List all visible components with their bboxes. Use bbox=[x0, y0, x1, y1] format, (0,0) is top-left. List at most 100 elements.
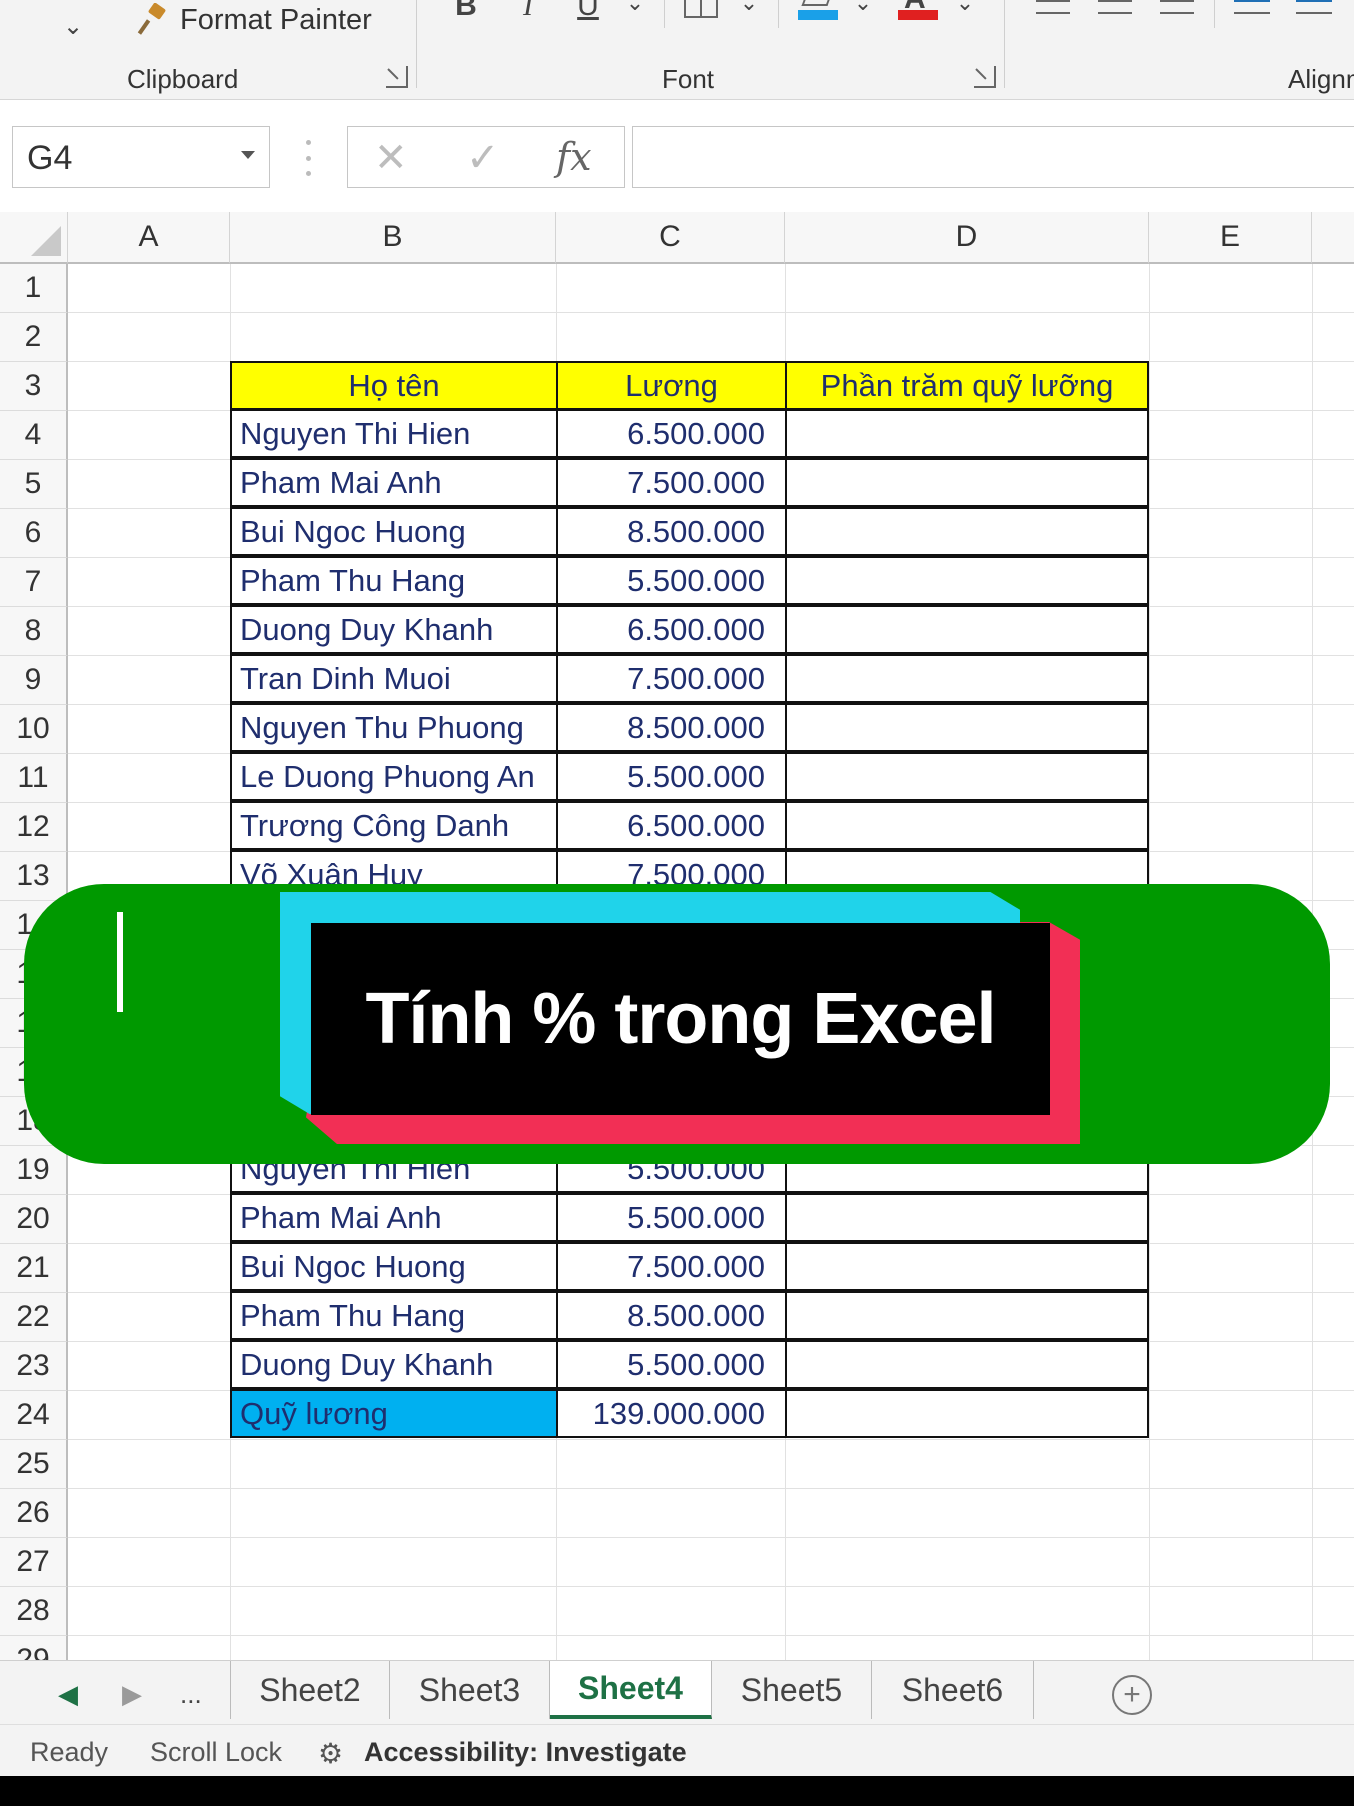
fill-color-dropdown-chevron-icon[interactable]: ⌄ bbox=[848, 0, 878, 18]
underline-button[interactable]: U bbox=[570, 0, 606, 26]
paste-dropdown-chevron-icon[interactable]: ⌄ bbox=[58, 8, 88, 44]
sheet-tab-sheet6[interactable]: Sheet6 bbox=[872, 1661, 1034, 1719]
fill-color-button[interactable] bbox=[798, 0, 838, 22]
total-label-cell[interactable]: Quỹ lương bbox=[230, 1389, 558, 1438]
row-header[interactable]: 12 bbox=[0, 803, 68, 852]
salary-cell[interactable]: 6.500.000 bbox=[556, 605, 787, 654]
total-value-cell[interactable]: 139.000.000 bbox=[556, 1389, 787, 1438]
add-sheet-icon[interactable]: + bbox=[1112, 1675, 1152, 1715]
percent-cell[interactable] bbox=[785, 801, 1149, 850]
formula-bar-resize-handle[interactable] bbox=[302, 140, 314, 176]
column-header-c[interactable]: C bbox=[556, 212, 785, 264]
sheet-tab-sheet2[interactable]: Sheet2 bbox=[230, 1661, 390, 1719]
row-header[interactable]: 5 bbox=[0, 460, 68, 509]
sheet-tab-sheet3[interactable]: Sheet3 bbox=[390, 1661, 550, 1719]
column-header-a[interactable]: A bbox=[68, 212, 230, 264]
row-header[interactable]: 26 bbox=[0, 1489, 68, 1538]
row-header[interactable]: 27 bbox=[0, 1538, 68, 1587]
percent-cell[interactable] bbox=[785, 605, 1149, 654]
bold-button[interactable]: B bbox=[448, 0, 484, 26]
align-right-icon[interactable] bbox=[1160, 0, 1194, 14]
total-percent-cell[interactable] bbox=[785, 1389, 1149, 1438]
more-sheets-button[interactable]: ... bbox=[180, 1679, 202, 1710]
row-header[interactable]: 28 bbox=[0, 1587, 68, 1636]
percent-cell[interactable] bbox=[785, 507, 1149, 556]
row-header[interactable]: 4 bbox=[0, 411, 68, 460]
name-cell[interactable]: Nguyen Thu Phuong bbox=[230, 703, 558, 752]
salary-cell[interactable]: 6.500.000 bbox=[556, 801, 787, 850]
salary-cell[interactable]: 7.500.000 bbox=[556, 458, 787, 507]
font-color-dropdown-chevron-icon[interactable]: ⌄ bbox=[950, 0, 980, 18]
percent-cell[interactable] bbox=[785, 654, 1149, 703]
percent-cell[interactable] bbox=[785, 458, 1149, 507]
column-header-e[interactable]: E bbox=[1149, 212, 1312, 264]
row-header[interactable]: 1 bbox=[0, 264, 68, 313]
percent-cell[interactable] bbox=[785, 1242, 1149, 1291]
align-center-icon[interactable] bbox=[1098, 0, 1132, 14]
name-cell[interactable]: Duong Duy Khanh bbox=[230, 605, 558, 654]
accessibility-icon[interactable]: ⚙ bbox=[318, 1737, 343, 1770]
name-box-dropdown-icon[interactable] bbox=[241, 151, 255, 159]
row-header[interactable]: 24 bbox=[0, 1391, 68, 1440]
salary-cell[interactable]: 8.500.000 bbox=[556, 1291, 787, 1340]
row-header[interactable]: 11 bbox=[0, 754, 68, 803]
row-header[interactable]: 6 bbox=[0, 509, 68, 558]
italic-button[interactable]: I bbox=[510, 0, 546, 26]
percent-cell[interactable] bbox=[785, 409, 1149, 458]
header-name-cell[interactable]: Họ tên bbox=[230, 361, 558, 410]
row-header[interactable]: 21 bbox=[0, 1244, 68, 1293]
header-salary-cell[interactable]: Lương bbox=[556, 361, 787, 410]
name-cell[interactable]: Duong Duy Khanh bbox=[230, 1340, 558, 1389]
name-cell[interactable]: Nguyen Thi Hien bbox=[230, 409, 558, 458]
salary-cell[interactable]: 8.500.000 bbox=[556, 703, 787, 752]
name-cell[interactable]: Bui Ngoc Huong bbox=[230, 1242, 558, 1291]
salary-cell[interactable]: 5.500.000 bbox=[556, 556, 787, 605]
percent-cell[interactable] bbox=[785, 556, 1149, 605]
name-cell[interactable]: Bui Ngoc Huong bbox=[230, 507, 558, 556]
row-header[interactable]: 23 bbox=[0, 1342, 68, 1391]
row-header[interactable]: 22 bbox=[0, 1293, 68, 1342]
select-all-corner[interactable] bbox=[0, 212, 68, 264]
row-header[interactable]: 19 bbox=[0, 1146, 68, 1195]
row-header[interactable]: 7 bbox=[0, 558, 68, 607]
row-header[interactable]: 29 bbox=[0, 1636, 68, 1660]
decrease-indent-icon[interactable] bbox=[1234, 0, 1270, 14]
cancel-icon[interactable]: ✕ bbox=[374, 135, 408, 181]
align-left-icon[interactable] bbox=[1036, 0, 1070, 14]
column-header-f[interactable] bbox=[1312, 212, 1354, 264]
salary-cell[interactable]: 6.500.000 bbox=[556, 409, 787, 458]
column-header-d[interactable]: D bbox=[785, 212, 1149, 264]
borders-button[interactable] bbox=[684, 0, 718, 18]
name-cell[interactable]: Pham Mai Anh bbox=[230, 1193, 558, 1242]
row-header[interactable]: 10 bbox=[0, 705, 68, 754]
sheet-tab-sheet4[interactable]: Sheet4 bbox=[550, 1661, 712, 1719]
name-cell[interactable]: Pham Mai Anh bbox=[230, 458, 558, 507]
clipboard-dialog-launcher-icon[interactable] bbox=[386, 66, 408, 88]
header-percent-cell[interactable]: Phần trăm quỹ lưỡng bbox=[785, 361, 1149, 410]
row-header[interactable]: 2 bbox=[0, 313, 68, 362]
name-cell[interactable]: Tran Dinh Muoi bbox=[230, 654, 558, 703]
salary-cell[interactable]: 7.500.000 bbox=[556, 1242, 787, 1291]
increase-indent-icon[interactable] bbox=[1296, 0, 1332, 14]
column-header-b[interactable]: B bbox=[230, 212, 556, 264]
formula-input[interactable] bbox=[632, 126, 1354, 188]
percent-cell[interactable] bbox=[785, 1193, 1149, 1242]
salary-cell[interactable]: 7.500.000 bbox=[556, 654, 787, 703]
percent-cell[interactable] bbox=[785, 1291, 1149, 1340]
format-painter-button[interactable]: Format Painter bbox=[136, 0, 372, 40]
row-header[interactable]: 8 bbox=[0, 607, 68, 656]
row-header[interactable]: 13 bbox=[0, 852, 68, 901]
insert-function-icon[interactable]: fx bbox=[556, 135, 592, 179]
font-color-button[interactable]: A bbox=[898, 0, 938, 22]
salary-cell[interactable]: 5.500.000 bbox=[556, 1340, 787, 1389]
name-cell[interactable]: Le Duong Phuong An bbox=[230, 752, 558, 801]
row-header[interactable]: 9 bbox=[0, 656, 68, 705]
name-box[interactable]: G4 bbox=[12, 126, 270, 188]
scroll-tabs-left-icon[interactable]: ◀ bbox=[58, 1679, 78, 1710]
salary-cell[interactable]: 5.500.000 bbox=[556, 1193, 787, 1242]
status-accessibility[interactable]: Accessibility: Investigate bbox=[364, 1737, 687, 1768]
name-cell[interactable]: Pham Thu Hang bbox=[230, 556, 558, 605]
enter-check-icon[interactable]: ✓ bbox=[466, 135, 500, 181]
percent-cell[interactable] bbox=[785, 703, 1149, 752]
salary-cell[interactable]: 8.500.000 bbox=[556, 507, 787, 556]
